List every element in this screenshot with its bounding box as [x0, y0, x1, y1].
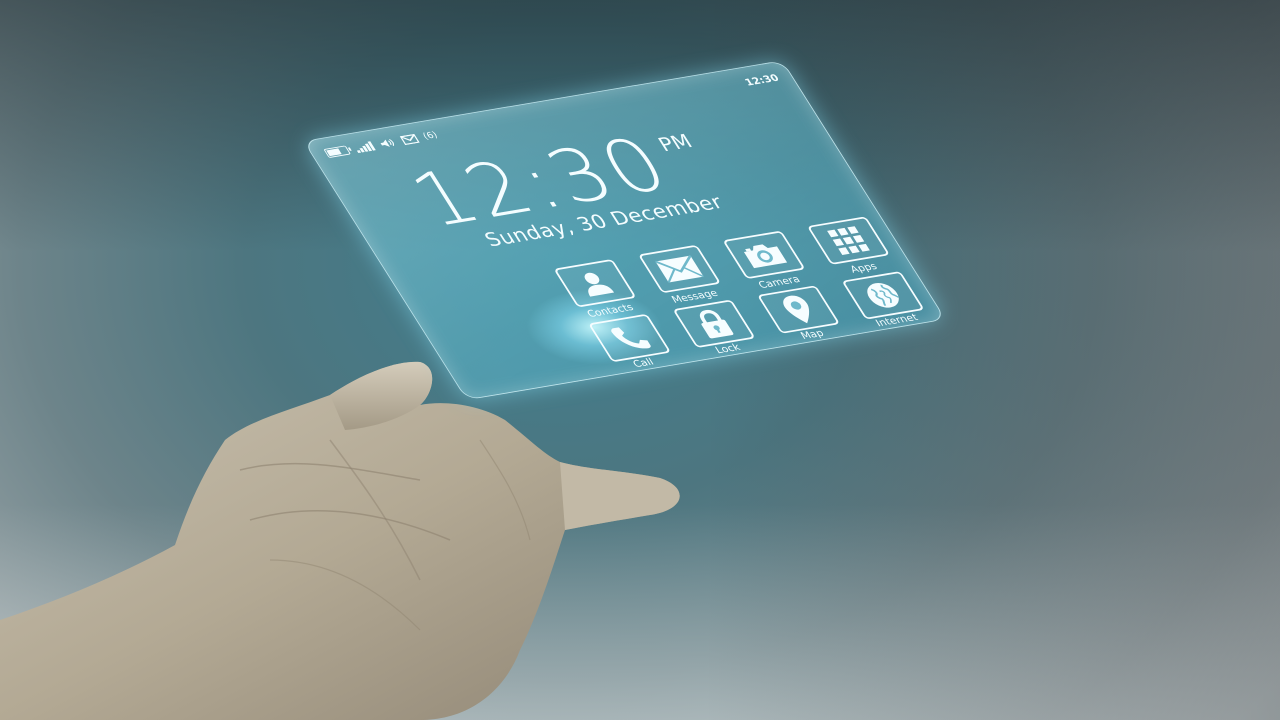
map-pin-icon	[783, 295, 810, 324]
battery-icon	[323, 145, 351, 158]
person-icon	[584, 272, 615, 297]
app-tile-contacts[interactable]	[553, 259, 637, 308]
grid-icon	[827, 226, 870, 255]
clock-ampm: PM	[654, 131, 697, 157]
speaker-icon	[379, 138, 394, 147]
app-tile-camera[interactable]	[722, 230, 806, 280]
status-time: 12:30	[742, 71, 782, 88]
phone-screen: (6) 12:30 12:30 PM Sunday, 30 December C…	[303, 60, 947, 401]
app-tile-message[interactable]	[637, 244, 722, 294]
mail-notification-icon	[398, 133, 420, 145]
lock-icon	[699, 309, 734, 339]
phone-icon	[611, 327, 651, 349]
signal-icon	[353, 140, 376, 153]
app-tile-apps[interactable]	[806, 216, 891, 265]
message-count: (6)	[420, 130, 440, 142]
envelope-icon	[655, 255, 704, 283]
status-spacer	[444, 84, 738, 134]
holographic-phone: (6) 12:30 12:30 PM Sunday, 30 December C…	[0, 0, 1280, 720]
globe-icon	[867, 283, 899, 308]
camera-icon	[743, 244, 788, 269]
